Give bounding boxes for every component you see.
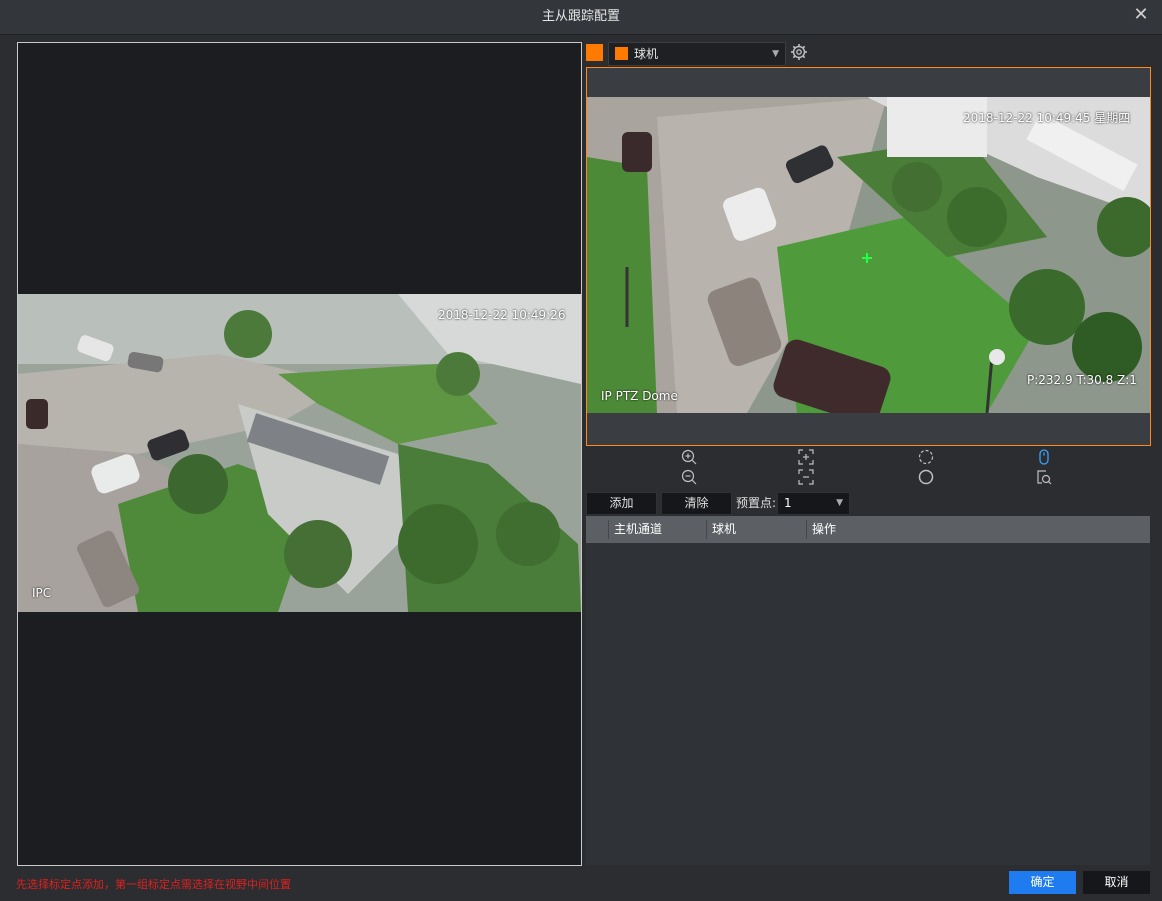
preset-dropdown[interactable]: 1 ▼ xyxy=(777,492,850,515)
focus-far-icon[interactable] xyxy=(798,469,814,485)
region-zoom-icon[interactable] xyxy=(1036,469,1052,485)
iris-open-icon[interactable] xyxy=(918,449,934,465)
ptz-timestamp: 2018-12-22 10:49:45 星期四 xyxy=(963,111,1131,125)
calibration-table-header: 主机通道 球机 操作 xyxy=(586,516,1150,543)
footer-hint: 先选择标定点添加，第一组标定点需选择在视野中间位置 xyxy=(16,878,291,891)
column-divider xyxy=(608,520,609,539)
ok-button[interactable]: 确定 xyxy=(1009,871,1076,894)
zoom-in-icon[interactable] xyxy=(681,449,697,465)
preset-label: 预置点: xyxy=(736,496,777,510)
chevron-down-icon: ▼ xyxy=(772,49,779,59)
chevron-down-icon: ▼ xyxy=(836,498,843,508)
camera-color-icon xyxy=(615,47,628,60)
ptz-video-frame[interactable]: 2018-12-22 10:49:45 星期四 IP PTZ Dome P:23… xyxy=(586,67,1151,446)
title-bar: 主从跟踪配置 ✕ xyxy=(0,0,1162,35)
ptz-scene xyxy=(587,97,1150,413)
ptz-video[interactable]: 2018-12-22 10:49:45 星期四 IP PTZ Dome P:23… xyxy=(587,97,1150,413)
focus-near-icon[interactable] xyxy=(798,449,814,465)
column-dome: 球机 xyxy=(712,522,737,536)
color-swatch[interactable] xyxy=(586,44,603,61)
ptz-camera-selected: 球机 xyxy=(634,47,659,61)
main-camera-panel: 2018-12-22 10:49:26 IPC xyxy=(17,42,582,866)
main-camera-scene xyxy=(18,294,581,612)
clear-button[interactable]: 清除 xyxy=(661,492,732,515)
main-camera-timestamp: 2018-12-22 10:49:26 xyxy=(438,308,566,322)
ptz-panel: 球机 ▼ 2018-12-22 10:49:45 星期四 IP PTZ Dome… xyxy=(586,38,1151,868)
camera-select-bar: 球机 ▼ xyxy=(586,42,1151,66)
column-divider xyxy=(806,520,807,539)
iris-close-icon[interactable] xyxy=(918,469,934,485)
main-camera-video[interactable]: 2018-12-22 10:49:26 IPC xyxy=(18,294,581,612)
gear-icon[interactable] xyxy=(790,43,808,61)
calibration-table-body xyxy=(586,543,1150,865)
cancel-button[interactable]: 取消 xyxy=(1083,871,1150,894)
mouse-icon[interactable] xyxy=(1036,449,1052,465)
ptz-camera-dropdown[interactable]: 球机 ▼ xyxy=(608,42,786,66)
zoom-out-icon[interactable] xyxy=(681,469,697,485)
column-master-channel: 主机通道 xyxy=(614,522,663,536)
ptz-channel-label: IP PTZ Dome xyxy=(601,389,678,403)
main-camera-channel-label: IPC xyxy=(32,586,52,600)
column-divider xyxy=(706,520,707,539)
column-operation: 操作 xyxy=(812,522,837,536)
window-title: 主从跟踪配置 xyxy=(541,9,620,24)
close-icon[interactable]: ✕ xyxy=(1130,4,1152,26)
ptz-position-readout: P:232.9 T:30.8 Z:1 xyxy=(1027,373,1137,387)
add-button[interactable]: 添加 xyxy=(586,492,657,515)
preset-value: 1 xyxy=(784,496,792,510)
